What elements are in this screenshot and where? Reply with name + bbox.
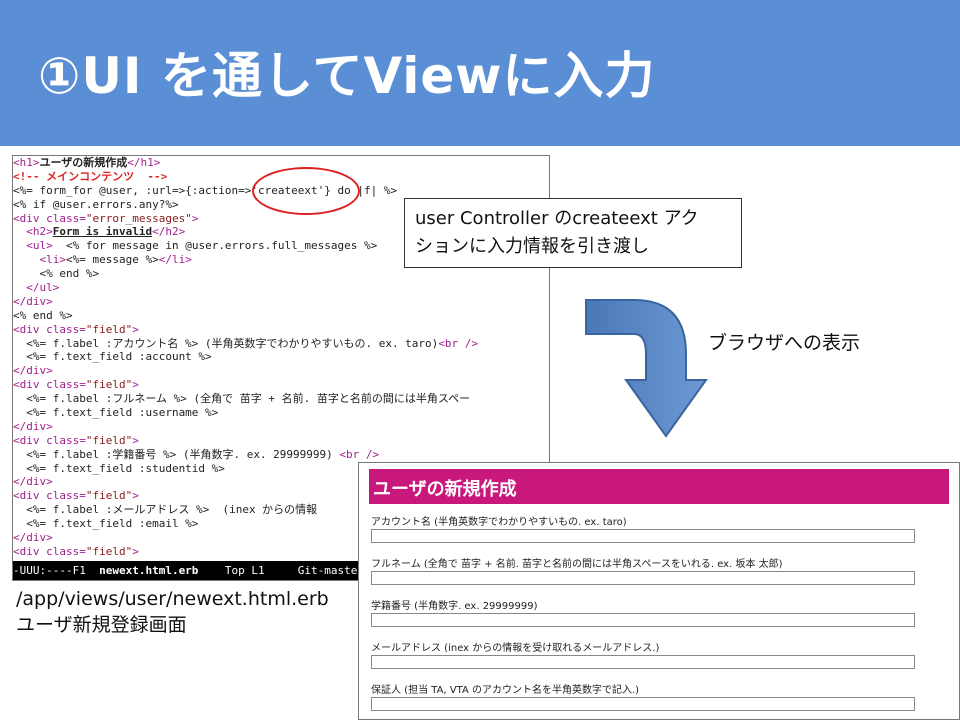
curved-down-arrow-icon [585,299,708,438]
code-token: <div [13,433,47,447]
code-token: <%= f.label :アカウント名 %> (半角英数字でわかりやすいもの. … [13,336,439,350]
code-token: class= [46,544,86,558]
code-token: class= [46,211,86,225]
code-token: </div> [13,531,53,545]
form-text-input[interactable] [371,529,915,543]
code-line: <%= f.label :フルネーム %> (全角で 苗字 + 名前. 苗字と名… [13,392,549,406]
code-token: <div [13,544,47,558]
form-field-label: メールアドレス (inex からの情報を受け取れるメールアドレス.) [371,643,660,654]
code-token: "field" [85,544,133,558]
code-token: <br /> [339,447,380,461]
code-token: class= [46,378,86,392]
code-token: <h1> [13,156,40,169]
form-field-label: アカウント名 (半角英数字でわかりやすいもの. ex. taro) [371,517,627,528]
code-token: <%= f.text_field :email %> [13,517,199,531]
arrow-label: ブラウザへの表示 [708,332,861,354]
code-token: "field" [85,489,133,503]
code-token: "error_messages" [85,211,192,225]
code-token: </div> [13,419,53,433]
code-token: <%= f.label :学籍番号 %> (半角数字. ex. 29999999… [13,447,340,461]
code-line: </div> [13,420,549,434]
code-token: "field" [85,378,133,392]
code-token: > [191,211,199,225]
code-line: <% end %> [13,309,549,323]
form-text-input[interactable] [371,655,915,669]
code-token: </h2> [152,225,186,239]
code-token: <!-- メインコンテンツ --> [13,169,168,183]
status-mode: -UUU:----F1 [13,564,100,577]
code-line: <% end %> [13,267,549,281]
form-field-label: 学籍番号 (半角数字. ex. 29999999) [371,601,538,612]
code-line: <h1>ユーザの新規作成</h1> [13,156,549,170]
slide-title: ①UI を通してViewに入力 [38,47,656,105]
code-token: <div [13,378,47,392]
code-token: <div [13,322,47,336]
file-path: /app/views/user/newext.html.erb [16,588,329,610]
callout-box: user Controller のcreateext アク ションに入力情報を引… [404,198,742,268]
browser-heading-bar: ユーザの新規作成 [369,469,949,504]
code-line: <%= f.label :学籍番号 %> (半角数字. ex. 29999999… [13,448,549,462]
code-token: </div> [13,475,53,489]
form-text-input[interactable] [371,571,915,585]
code-token: > [132,544,139,558]
code-token: class= [46,322,86,336]
code-line: </ul> [13,281,549,295]
code-token: </h1> [127,156,161,169]
code-token: </ul> [13,281,60,295]
code-token: class= [46,489,86,503]
highlight-ellipse [252,167,360,215]
code-token: </li> [158,253,192,267]
browser-preview: ユーザの新規作成 アカウント名 (半角英数字でわかりやすいもの. ex. tar… [358,462,960,720]
code-token: <br /> [438,336,479,350]
code-token: "field" [85,433,133,447]
callout-line-2: ションに入力情報を引き渡し [415,236,649,257]
code-token: </div> [13,364,53,378]
code-token: <%= f.text_field :username %> [13,406,219,420]
code-token: > [132,489,139,503]
code-token: ユーザの新規作成 [39,156,128,169]
code-line: <div class="field"> [13,323,549,337]
code-token: > [132,433,139,447]
code-token: <%= f.label :メールアドレス %> (inex からの情報 [13,503,318,517]
code-token: <h2> [13,225,53,239]
code-token: <ul> [13,239,53,253]
form-text-input[interactable] [371,697,915,711]
code-line: <div class="field"> [13,434,549,448]
code-line: </div> [13,364,549,378]
code-token: <% if @user.errors.any?%> [13,197,179,211]
code-token: <% end %> [13,267,100,281]
status-position: Top L1 [198,564,298,577]
code-token: > [132,322,139,336]
form-field-label: フルネーム (全角で 苗字 + 名前. 苗字と名前の間には半角スペースをいれる.… [371,559,783,570]
code-token: <% end %> [13,308,73,322]
slide-title-bar: ①UI を通してViewに入力 [0,0,960,146]
form-field-label: 保証人 (担当 TA, VTA のアカウント名を半角英数字で記入.) [371,685,640,696]
code-token: > [132,378,139,392]
code-token: <div [13,211,47,225]
code-token: Form is invalid [52,225,153,239]
code-token: <%= message %> [65,253,159,267]
code-token: "field" [85,322,133,336]
form-text-input[interactable] [371,613,915,627]
code-token: <%= f.text_field :studentid %> [13,461,225,475]
code-token: <% for message in @user.errors.full_mess… [52,239,378,253]
code-token: </div> [13,294,53,308]
code-token: class= [46,433,86,447]
code-line: <%= f.label :アカウント名 %> (半角英数字でわかりやすいもの. … [13,337,549,351]
browser-heading: ユーザの新規作成 [373,479,517,500]
code-token: <div [13,489,47,503]
status-filename: newext.html.erb [99,564,199,577]
screen-description: ユーザ新規登録画面 [16,614,187,636]
code-token: <%= f.label :フルネーム %> (全角で 苗字 + 名前. 苗字と名… [13,392,471,406]
callout-line-1: user Controller のcreateext アク [415,208,699,229]
status-branch: Git-maste [297,564,358,577]
code-line: <div class="field"> [13,378,549,392]
code-token: <li> [13,253,66,267]
file-path-caption: /app/views/user/newext.html.erb ユーザ新規登録画… [16,586,329,638]
code-line: <%= f.text_field :account %> [13,350,549,364]
code-line: <%= f.text_field :username %> [13,406,549,420]
code-line: </div> [13,295,549,309]
code-token: <%= f.text_field :account %> [13,350,212,364]
